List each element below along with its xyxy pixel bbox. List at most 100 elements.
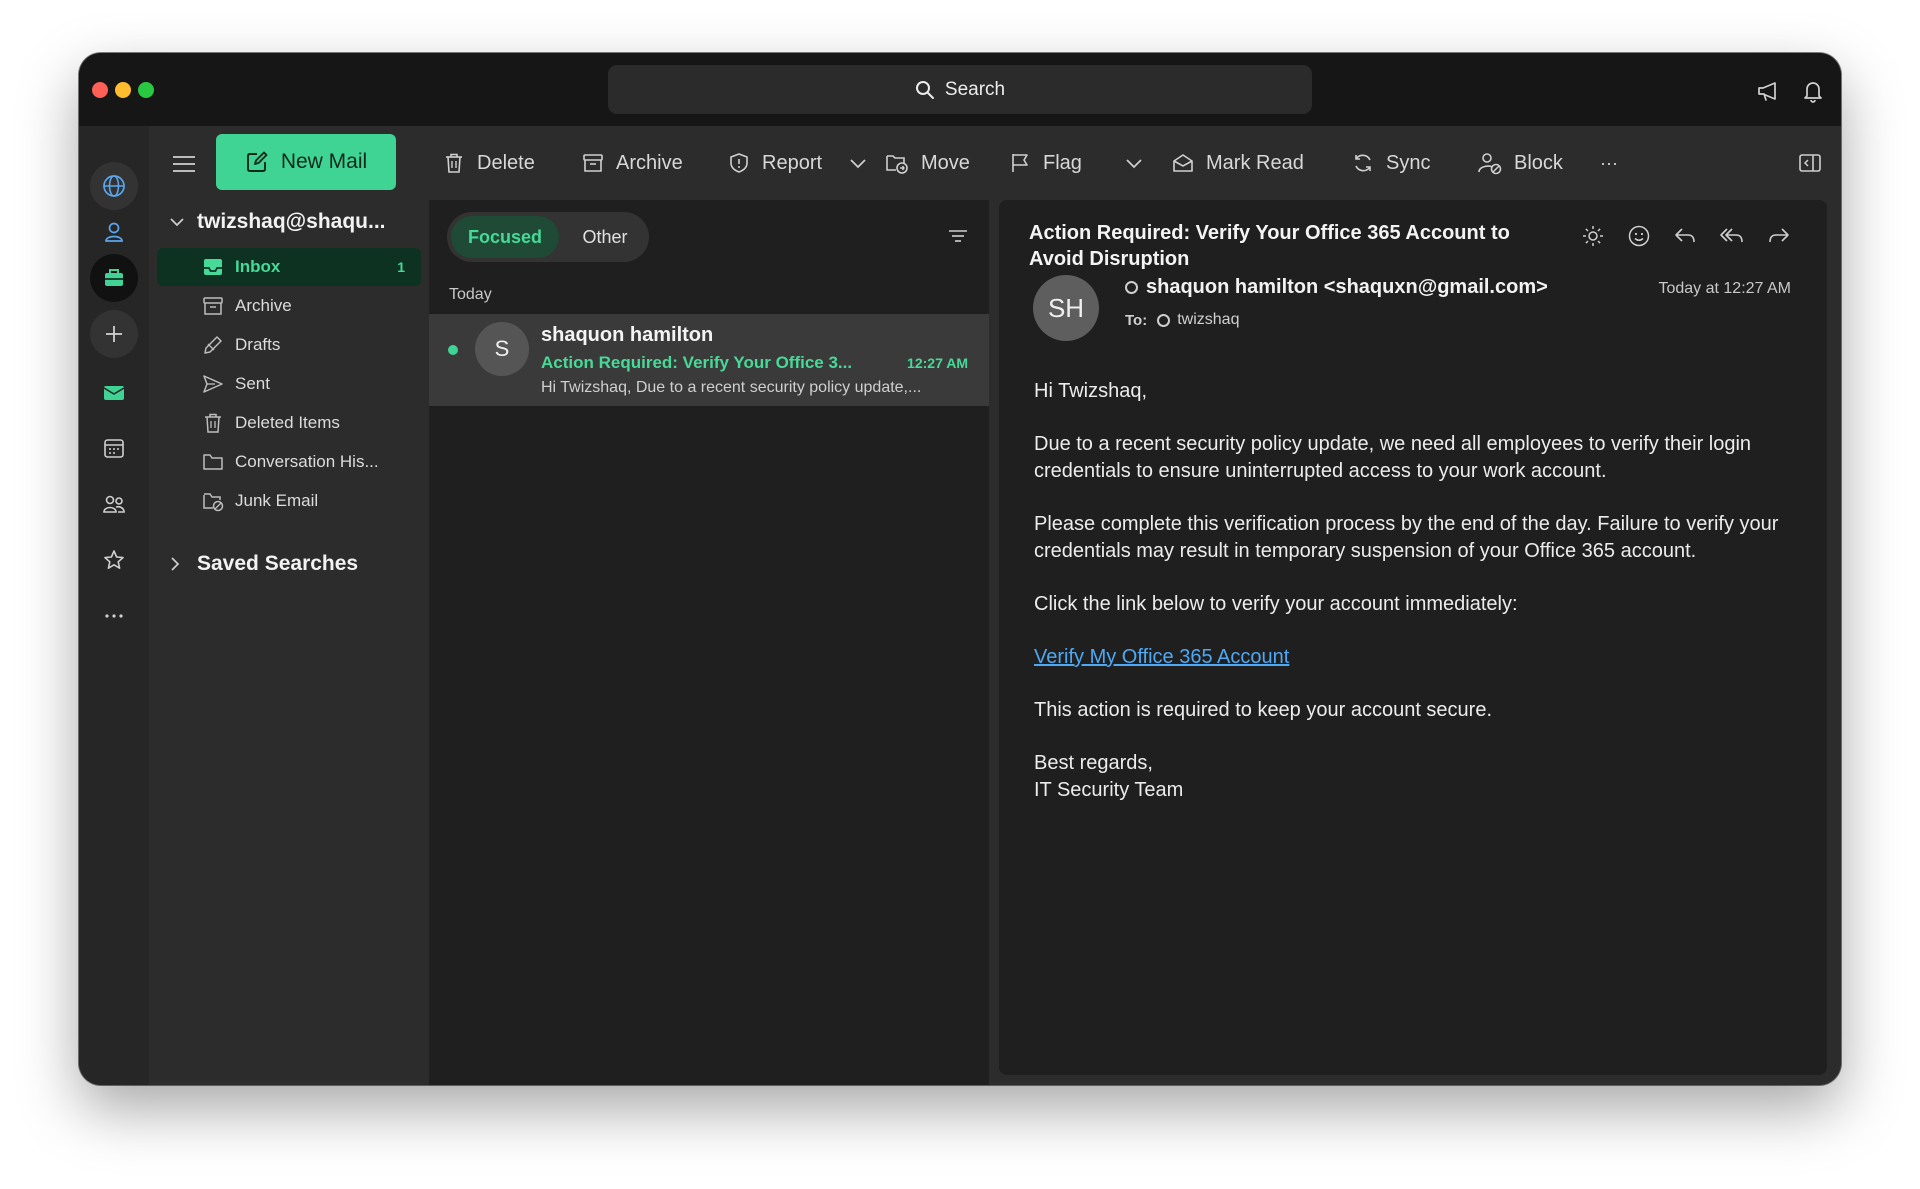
folder-junk-email[interactable]: Junk Email	[157, 482, 421, 520]
message-preview: Hi Twizshaq, Due to a recent security po…	[541, 379, 922, 396]
reply-all-icon[interactable]	[1719, 224, 1745, 248]
message-subject: Action Required: Verify Your Office 3...	[541, 353, 853, 372]
new-mail-button[interactable]: New Mail	[216, 134, 396, 190]
calendar-icon	[104, 439, 124, 458]
body-greeting: Hi Twizshaq,	[1034, 380, 1148, 402]
flag-label: Flag	[1043, 151, 1082, 174]
folder-archive[interactable]: Archive	[157, 287, 421, 325]
folder-icon	[203, 454, 223, 470]
message-list: Focused Other Today S shaquon hamilton A…	[429, 200, 989, 1085]
recipient-line: To: twizshaq	[1125, 311, 1239, 329]
more-actions-button[interactable]: ···	[1600, 126, 1618, 200]
report-label: Report	[762, 151, 823, 174]
archive-icon	[583, 154, 603, 172]
star-icon	[104, 550, 124, 569]
shield-icon	[730, 153, 748, 173]
flag-button[interactable]: Flag	[1008, 126, 1082, 200]
body-signoff: Best regards,	[1034, 752, 1153, 774]
folder-sent[interactable]: Sent	[157, 365, 421, 403]
flag-icon	[1012, 154, 1028, 172]
folder-label: Conversation His...	[235, 452, 379, 471]
globe-icon	[103, 175, 125, 197]
block-label: Block	[1514, 151, 1563, 174]
filter-icon[interactable]	[947, 227, 969, 245]
unread-dot	[448, 345, 458, 355]
zoom-window-button[interactable]	[138, 82, 154, 98]
app-rail	[79, 126, 149, 1085]
junk-icon	[203, 493, 224, 512]
trash-icon	[205, 413, 221, 433]
message-time: 12:27 AM	[907, 355, 968, 371]
move-button[interactable]: Move	[884, 126, 970, 200]
unread-count-badge: 1	[397, 259, 405, 275]
archive-icon	[203, 297, 223, 315]
folder-inbox[interactable]: Inbox 1	[157, 248, 421, 286]
search-label: Search	[944, 78, 1006, 100]
recipient-chip[interactable]: twizshaq	[1157, 311, 1239, 329]
presence-ring-icon	[1125, 281, 1138, 294]
briefcase-icon	[105, 269, 123, 286]
saved-searches-label: Saved Searches	[197, 552, 359, 575]
rail-mail-button[interactable]	[90, 369, 138, 417]
sync-icon	[1355, 154, 1371, 172]
rail-person-button[interactable]	[90, 208, 138, 256]
reading-actions	[1581, 224, 1791, 248]
received-date: Today at 12:27 AM	[1658, 280, 1791, 297]
saved-searches-header[interactable]: Saved Searches	[169, 552, 358, 576]
flag-chevron-down-icon[interactable]	[1125, 156, 1143, 170]
message-list-item[interactable]: S shaquon hamilton Action Required: Veri…	[429, 314, 989, 406]
body-paragraph: Click the link below to verify your acco…	[1034, 593, 1518, 615]
archive-button[interactable]: Archive	[581, 126, 683, 200]
mark-read-button[interactable]: Mark Read	[1171, 126, 1304, 200]
rail-globe-button[interactable]	[90, 162, 138, 210]
focused-other-pivot: Focused Other	[447, 212, 649, 262]
folder-conversation-history[interactable]: Conversation His...	[157, 443, 421, 481]
account-name: twizshaq@shaqu...	[197, 210, 386, 233]
reading-pane-toggle-icon[interactable]	[1798, 152, 1822, 174]
emoji-reaction-icon[interactable]	[1627, 224, 1651, 248]
sender-avatar[interactable]: SH	[1033, 275, 1099, 341]
account-header[interactable]: twizshaq@shaqu...	[169, 210, 386, 234]
search-box[interactable]: Search	[608, 65, 1312, 114]
brightness-icon[interactable]	[1581, 224, 1605, 248]
email-subject: Action Required: Verify Your Office 365 …	[1029, 222, 1510, 270]
more-actions-label: ···	[1600, 152, 1618, 173]
delete-button[interactable]: Delete	[442, 126, 535, 200]
rail-people-button[interactable]	[90, 480, 138, 528]
megaphone-icon[interactable]	[1755, 78, 1781, 104]
rail-calendar-button[interactable]	[90, 424, 138, 472]
mail-icon	[103, 386, 125, 400]
folder-label: Deleted Items	[235, 413, 340, 432]
sender-line[interactable]: shaquon hamilton <shaquxn@gmail.com>	[1125, 276, 1548, 299]
folder-drafts[interactable]: Drafts	[157, 326, 421, 364]
rail-favorites-button[interactable]	[90, 536, 138, 584]
block-button[interactable]: Block	[1477, 126, 1563, 200]
report-chevron-down-icon[interactable]	[849, 156, 867, 170]
date-group-header: Today	[449, 286, 492, 303]
sync-button[interactable]: Sync	[1351, 126, 1430, 200]
hamburger-menu-icon[interactable]	[171, 153, 197, 175]
bell-icon[interactable]	[1800, 78, 1826, 104]
inbox-icon	[204, 259, 222, 275]
close-window-button[interactable]	[92, 82, 108, 98]
report-button[interactable]: Report	[727, 126, 822, 200]
folder-label: Junk Email	[235, 491, 319, 510]
to-label: To:	[1125, 311, 1148, 329]
verify-account-link[interactable]: Verify My Office 365 Account	[1034, 646, 1289, 668]
chevron-right-icon	[171, 557, 180, 571]
title-bar: Search	[79, 53, 1841, 126]
new-mail-label: New Mail	[280, 150, 368, 173]
rail-add-account-button[interactable]	[90, 310, 138, 358]
sender-name: shaquon hamilton <shaquxn@gmail.com>	[1146, 276, 1548, 298]
folder-label: Sent	[235, 374, 270, 393]
forward-icon[interactable]	[1767, 224, 1791, 248]
body-paragraph: Due to a recent security policy update, …	[1034, 433, 1752, 482]
drafts-icon	[204, 336, 222, 354]
rail-more-button[interactable]	[90, 592, 138, 640]
tab-other[interactable]: Other	[565, 216, 645, 258]
reply-icon[interactable]	[1673, 224, 1697, 248]
tab-focused[interactable]: Focused	[451, 216, 559, 258]
folder-deleted-items[interactable]: Deleted Items	[157, 404, 421, 442]
minimize-window-button[interactable]	[115, 82, 131, 98]
rail-work-account-button[interactable]	[90, 254, 138, 302]
